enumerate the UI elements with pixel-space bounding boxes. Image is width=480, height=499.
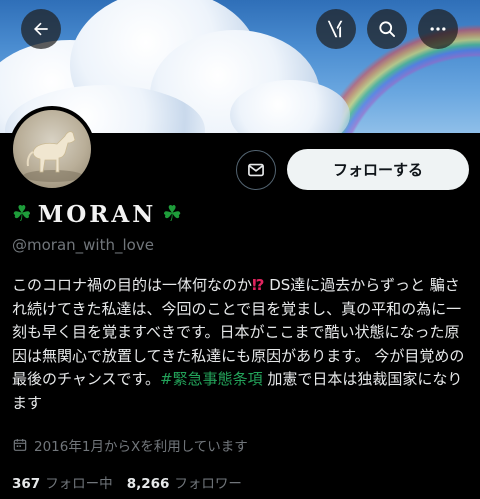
bio-text: このコロナ禍の目的は一体何なのか [12, 276, 253, 294]
following-count: 367 [12, 476, 41, 492]
clover-icon: ☘ [12, 201, 32, 227]
calendar-icon [13, 439, 27, 451]
search-button[interactable] [367, 9, 407, 49]
display-name: ☘ MORAN ☘ [12, 198, 182, 230]
search-icon [379, 21, 395, 37]
join-date: 2016年1月からXを利用しています [12, 435, 248, 455]
more-horizontal-icon [430, 27, 446, 31]
message-button[interactable] [236, 150, 276, 190]
following-link[interactable]: 367 フォロー中 [12, 472, 113, 492]
exclamation-question-icon: ⁉ [252, 276, 265, 294]
grok-button[interactable] [316, 9, 356, 49]
grok-icon [327, 20, 343, 38]
followers-count: 8,266 [126, 476, 170, 492]
back-button[interactable] [21, 9, 61, 49]
profile-bio: このコロナ禍の目的は一体何なのか⁉ DS達に過去からずっと 騙され続けてきた私達… [12, 274, 470, 415]
arrow-left-icon [34, 22, 48, 36]
clover-icon: ☘ [162, 201, 182, 227]
user-handle: @moran_with_love [12, 236, 154, 254]
join-date-text: 2016年1月からXを利用しています [34, 439, 248, 455]
more-button[interactable] [418, 9, 458, 49]
follow-button[interactable]: フォローする [287, 149, 469, 190]
hashtag-link[interactable]: #緊急事態条項 [160, 370, 263, 388]
avatar[interactable] [9, 106, 95, 192]
mail-icon [248, 163, 264, 177]
followers-label: フォロワー [174, 476, 242, 492]
display-name-text: MORAN [37, 200, 157, 228]
horse-avatar-image [23, 131, 83, 182]
following-label: フォロー中 [45, 476, 113, 492]
follow-stats: 367 フォロー中 8,266 フォロワー [12, 472, 242, 492]
followers-link[interactable]: 8,266 フォロワー [127, 472, 242, 492]
